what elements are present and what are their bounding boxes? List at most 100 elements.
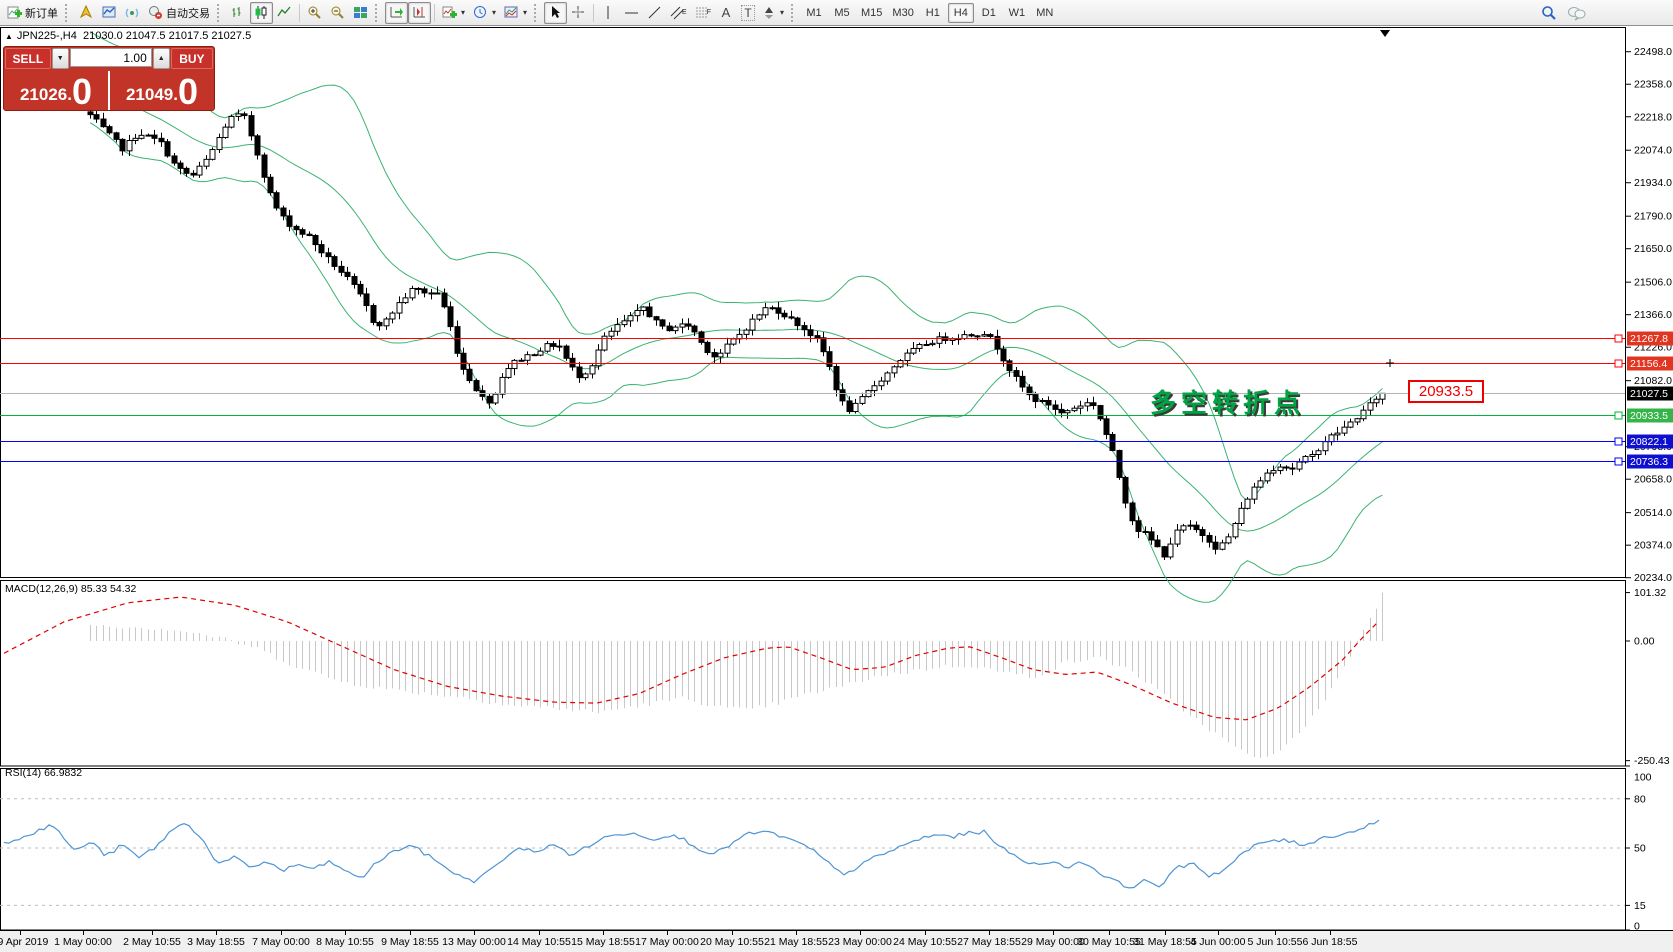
chat-icon[interactable] bbox=[1567, 5, 1587, 21]
time-axis-label: 1 May 00:00 bbox=[54, 936, 112, 948]
time-axis-label: 17 May 00:00 bbox=[635, 936, 699, 948]
template-icon bbox=[504, 6, 518, 18]
periods-dropdown-button[interactable]: ▾ bbox=[469, 2, 500, 24]
toolbar-grip bbox=[791, 3, 798, 22]
text-tool-icon: A bbox=[721, 5, 731, 20]
bar-chart-button[interactable] bbox=[227, 2, 250, 24]
one-click-trade-panel: SELL ▼ ▲ BUY 21026.0 21049.0 bbox=[3, 46, 215, 111]
arrows-tool-button[interactable]: ▾ bbox=[759, 2, 788, 24]
price-tick-label: 22358.0 bbox=[1634, 79, 1672, 91]
bid-price[interactable]: 21026. 0 bbox=[5, 71, 107, 110]
level-price-label: 21267.8 bbox=[1630, 333, 1668, 345]
tab-timeframe-M1[interactable]: M1 bbox=[801, 3, 827, 23]
chart-shift-icon bbox=[413, 7, 425, 18]
time-axis-label: 29 Apr 2019 bbox=[0, 936, 48, 948]
chevron-down-icon: ▾ bbox=[461, 8, 466, 17]
symbol-ohlc: 21030.0 21047.5 21017.5 21027.5 bbox=[82, 30, 252, 42]
candlestick-chart-icon bbox=[255, 6, 267, 19]
price-flag-label[interactable]: 20933.5 bbox=[1408, 380, 1484, 403]
new-order-button[interactable]: 新订单 bbox=[3, 2, 62, 24]
channel-tool-button[interactable]: E bbox=[666, 2, 691, 24]
time-axis-label: 4 Jun 00:00 bbox=[1191, 936, 1246, 948]
ask-price[interactable]: 21049. 0 bbox=[111, 71, 213, 110]
tab-timeframe-M30[interactable]: M30 bbox=[888, 3, 917, 23]
crosshair-tool-button[interactable] bbox=[567, 2, 590, 24]
toolbar-separator bbox=[593, 3, 595, 22]
price-tick-label: 21506.0 bbox=[1634, 277, 1672, 289]
ask-main: 21049 bbox=[125, 85, 174, 104]
tab-timeframe-M5[interactable]: M5 bbox=[829, 3, 855, 23]
toolbar-separator bbox=[299, 3, 300, 22]
chevron-down-icon: ▾ bbox=[780, 8, 785, 17]
tab-timeframe-M15[interactable]: M15 bbox=[857, 3, 886, 23]
tile-windows-button[interactable] bbox=[349, 2, 372, 24]
level-price-label: 20736.3 bbox=[1630, 456, 1668, 468]
text-tool-button[interactable]: A bbox=[715, 2, 737, 24]
collapse-triangle-icon[interactable]: ▲ bbox=[5, 32, 13, 41]
toolbar-right-group bbox=[1541, 5, 1587, 21]
label-tool-icon: T bbox=[741, 4, 755, 21]
volume-input[interactable] bbox=[69, 48, 152, 67]
line-chart-button[interactable] bbox=[273, 2, 296, 24]
level-price-label: 20822.1 bbox=[1630, 436, 1668, 448]
fibonacci-tool-button[interactable]: F bbox=[691, 2, 715, 24]
navigator-button[interactable] bbox=[75, 2, 98, 24]
terminal-button[interactable] bbox=[98, 2, 121, 24]
compass-icon bbox=[79, 5, 93, 19]
tab-timeframe-D1[interactable]: D1 bbox=[976, 3, 1002, 23]
symbol-name: JPN225-,H4 bbox=[16, 30, 77, 42]
price-tick-label: 20374.0 bbox=[1634, 540, 1672, 552]
auto-scroll-button[interactable] bbox=[385, 1, 408, 24]
buy-button[interactable]: BUY bbox=[170, 48, 213, 69]
candlestick-chart-button[interactable] bbox=[250, 1, 273, 24]
time-axis-label: 15 May 18:55 bbox=[571, 936, 635, 948]
zoom-in-button[interactable] bbox=[303, 2, 326, 24]
symbol-header: ▲ JPN225-,H4 21030.0 21047.5 21017.5 2102… bbox=[5, 30, 251, 42]
chart-annotation-text: 多空转折点 bbox=[1150, 388, 1306, 418]
time-axis-label: 5 Jun 10:55 bbox=[1248, 936, 1303, 948]
tab-timeframe-MN[interactable]: MN bbox=[1032, 3, 1058, 23]
chart-shift-button[interactable] bbox=[408, 1, 431, 24]
time-axis[interactable]: 29 Apr 2019 1 May 00:00 2 May 10:55 3 May 1… bbox=[0, 930, 1673, 952]
price-axis[interactable]: 22498.0 22358.0 22218.0 22074.0 21934.0 21790… bbox=[1625, 46, 1672, 584]
signals-icon bbox=[125, 8, 139, 18]
zoom-in-icon bbox=[308, 6, 321, 19]
tab-timeframe-H4[interactable]: H4 bbox=[947, 2, 974, 23]
zoom-out-icon bbox=[331, 6, 344, 19]
toolbar-grip bbox=[534, 3, 541, 22]
volume-up-button[interactable]: ▲ bbox=[152, 48, 170, 69]
level-price-label: 21156.4 bbox=[1630, 358, 1667, 370]
vertical-line-tool-button[interactable] bbox=[597, 2, 620, 24]
rsi-tick-label: 80 bbox=[1634, 793, 1646, 805]
label-tool-button[interactable]: T bbox=[737, 2, 759, 24]
search-icon[interactable] bbox=[1541, 5, 1557, 21]
autotrading-button[interactable]: 自动交易 bbox=[144, 2, 214, 24]
tab-timeframe-W1[interactable]: W1 bbox=[1004, 3, 1030, 23]
new-order-icon bbox=[7, 6, 22, 19]
trendline-tool-button[interactable] bbox=[643, 2, 666, 24]
templates-dropdown-button[interactable]: ▾ bbox=[500, 2, 531, 24]
toolbar-grip bbox=[65, 3, 72, 22]
auto-scroll-icon bbox=[390, 7, 403, 18]
zoom-out-button[interactable] bbox=[326, 2, 349, 24]
ask-big-digit: 0 bbox=[177, 71, 199, 112]
trading-terminal-window: 新订单 自动交易 ▾ ▾ ▾ E F A T ▾ M1 M5 M15 M30 H… bbox=[0, 0, 1673, 952]
price-divider bbox=[108, 71, 110, 110]
sell-button[interactable]: SELL bbox=[5, 48, 51, 69]
tab-timeframe-H1[interactable]: H1 bbox=[920, 3, 946, 23]
indicators-dropdown-button[interactable]: ▾ bbox=[438, 2, 469, 24]
toolbar-separator bbox=[434, 3, 435, 22]
horizontal-line-tool-button[interactable] bbox=[620, 2, 643, 24]
price-tick-label: 22498.0 bbox=[1634, 46, 1672, 58]
signals-button[interactable] bbox=[121, 2, 144, 24]
price-tick-label: 21934.0 bbox=[1634, 177, 1672, 189]
volume-down-button[interactable]: ▼ bbox=[51, 48, 69, 69]
arrows-icon bbox=[765, 7, 773, 19]
time-axis-label: 2 May 10:55 bbox=[123, 936, 181, 948]
price-chart-svg[interactable]: 29 Apr 2019 1 May 00:00 2 May 10:55 3 May 1… bbox=[0, 26, 1673, 952]
macd-tick-label: 0.00 bbox=[1634, 636, 1655, 648]
time-axis-label: 6 Jun 18:55 bbox=[1303, 936, 1358, 948]
cursor-tool-button[interactable] bbox=[544, 1, 568, 24]
autotrading-label: 自动交易 bbox=[166, 7, 210, 20]
time-axis-label: 24 May 10:55 bbox=[893, 936, 957, 948]
